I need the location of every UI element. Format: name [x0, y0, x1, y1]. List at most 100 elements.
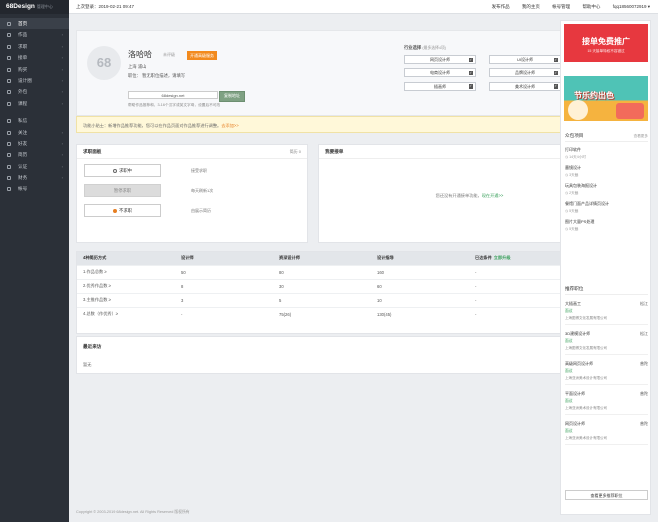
top-links: 发布作品 我的主页 帐号管理 帮助中心 fqq18560072919 ▾ [481, 0, 650, 14]
chevron-right-icon: › [61, 77, 63, 83]
industry-option[interactable]: 美术设计师 ✓ [489, 81, 561, 91]
promo-banner[interactable]: 接单免费推广 15 天接单特权不容错过 [564, 24, 648, 62]
checkbox-icon[interactable]: ✓ [468, 57, 473, 62]
status-desc: 由展示简历 [191, 208, 211, 213]
sidebar-item-orders[interactable]: 接单 › [0, 52, 69, 63]
list-item[interactable]: 玩具包装海报设计 ◷ 2天截 [565, 183, 648, 196]
list-item[interactable]: 墨镜设计 ◷ 3天截 [565, 165, 648, 178]
table-header: 4种简历方式 [77, 252, 175, 265]
footer: Copyright © 2003-2019 68design.net. All … [76, 510, 190, 514]
resume-count[interactable]: 简历 0 [290, 145, 301, 159]
more-jobs-button[interactable]: 查看更多推荐职位 [565, 490, 648, 500]
sidebar-item-follow[interactable]: 关注 › [0, 127, 69, 138]
checkbox-icon[interactable]: ✓ [553, 57, 558, 62]
sidebar-item-purchase[interactable]: 购买 › [0, 64, 69, 75]
job-panel-header: 求职面板 简历 0 [77, 145, 307, 159]
copy-url-button[interactable]: 复制地址 [219, 91, 245, 102]
checkbox-icon[interactable]: ✓ [468, 70, 473, 76]
sidebar-item-courses[interactable]: 课程 › [0, 98, 69, 109]
status-desc: 接受求职 [191, 168, 207, 173]
sidebar-item-messages[interactable]: 私信 [0, 115, 69, 126]
recent-title: 最近来访 [83, 344, 102, 349]
status-paused-button[interactable]: 暂停求职 [84, 184, 161, 197]
job-panel: 求职面板 简历 0 求职中 接受求职 暂停求职 每天刷新1次 不求职 由展示简历 [76, 144, 308, 243]
industry-option[interactable]: 电商设计师 ✓ [404, 68, 476, 78]
recommended-jobs: 推荐职位 大插画工 松江 面议 上海图博文化发展有限公司 3D建模设计师 松江 面议 上海图… [565, 283, 648, 445]
list-item[interactable]: 高级网页设计师 普陀 面议 上海亚洲美术设计有限公司 [565, 361, 648, 385]
sidebar-item-verify[interactable]: 认证 › [0, 161, 69, 172]
radio-checked-icon [113, 208, 118, 213]
chevron-right-icon: › [61, 129, 63, 135]
logo[interactable]: 68Design 管理中心 [0, 0, 69, 14]
profile-desc[interactable]: 职位： 暂无职位描述，请填写 [128, 73, 185, 79]
list-item[interactable]: 3D建模设计师 松江 面议 上海图博文化发展有限公司 [565, 331, 648, 355]
table-row: 4.总数（作优秀）≥ -75(26) 130(45) - [77, 306, 620, 321]
my-home-link[interactable]: 我的主页 [522, 4, 540, 9]
chevron-right-icon: › [61, 140, 63, 146]
user-menu[interactable]: fqq18560072919 ▾ [613, 4, 650, 9]
friends-icon [7, 141, 11, 146]
resume-icon [7, 153, 11, 158]
sidebar-item-finance[interactable]: 财务 › [0, 172, 69, 183]
checkbox-icon[interactable]: ✓ [553, 70, 558, 76]
circle-icon [7, 78, 11, 83]
table-row: 3.主推作品数 ≥3 5 10- [77, 292, 620, 307]
illustration-icon [568, 100, 588, 120]
avatar[interactable]: 68 [87, 46, 121, 80]
illustration-icon [616, 103, 644, 119]
profile-url-row: 68design.net 复制地址 [128, 91, 245, 102]
table-row: 2.优秀作品数 ≥8 30 60- [77, 278, 620, 293]
list-item[interactable]: 餐馆门面产品详情页设计 ◷ 5天截 [565, 201, 648, 214]
profile-url-note: 帮助作品推荐和，3-16个汉字或英文字母，设置后不可改 [128, 103, 221, 107]
list-item[interactable]: 平面设计师 普陀 面议 上海亚洲美术设计有限公司 [565, 391, 648, 415]
publish-work-link[interactable]: 发布作品 [492, 4, 510, 9]
table-row: 1.作品总数 ≥50 80 160- [77, 264, 620, 279]
list-item[interactable]: 打印软件 ◷ 14天4小时 [565, 147, 648, 160]
recent-value: 暂无 [83, 362, 92, 367]
sidebar-item-home[interactable]: 首页 [0, 18, 69, 30]
recent-visitors: 最近来访 暂无 [76, 336, 621, 374]
upgrade-button[interactable]: 开通高级服务 [187, 51, 217, 60]
profile-name: 洛哈哈 [128, 50, 152, 59]
help-center-link[interactable]: 帮助中心 [582, 4, 600, 9]
account-manage-link[interactable]: 帐号管理 [552, 4, 570, 9]
upgrade-link[interactable]: 立即升级 [494, 255, 511, 260]
tip-banner: 功能小贴士：新增作品推荐功能，您可以在作品页面对作品推荐进行调整。去添加>> [76, 116, 621, 133]
sidebar-item-circle[interactable]: 设计圈 › [0, 75, 69, 86]
list-item[interactable]: 大插画工 松江 面议 上海图博文化发展有限公司 [565, 301, 648, 325]
sidebar: 68Design 管理中心 首页 作品 › 求职 › 接单 › 购买 › 设计圈 › 外包 ›… [0, 0, 69, 522]
enable-order-link[interactable]: 现在开通>> [482, 193, 504, 198]
mail-icon [7, 119, 11, 124]
sidebar-item-account[interactable]: 帐号 [0, 183, 69, 194]
crowd-tasks: 众包项目 查看更多 打印软件 ◷ 14天4小时 墨镜设计 ◷ 3天截 玩具包装海报设计… [565, 130, 648, 232]
industry-option[interactable]: UI设计师 ✓ [489, 55, 561, 64]
rating-badge: 未评级 [163, 52, 175, 57]
sidebar-item-jobs[interactable]: 求职 › [0, 41, 69, 52]
checkbox-icon[interactable]: ✓ [468, 84, 473, 89]
sidebar-item-outsource[interactable]: 外包 › [0, 86, 69, 97]
list-item[interactable]: 图片大量PS处理 ◷ 5天截 [565, 219, 648, 232]
radio-icon [113, 168, 118, 173]
topbar: 上次登录：2019-02-21 09:47 发布作品 我的主页 帐号管理 帮助中… [69, 0, 658, 14]
tip-link[interactable]: 去添加>> [221, 123, 238, 128]
sidebar-item-works[interactable]: 作品 › [0, 29, 69, 40]
industry-option[interactable]: 网页设计师 ✓ [404, 55, 476, 64]
chevron-right-icon: › [61, 100, 63, 106]
sidebar-item-friends[interactable]: 好友 › [0, 138, 69, 149]
chevron-right-icon: › [61, 89, 63, 95]
profile-url-field[interactable]: 68design.net [128, 91, 218, 100]
industry-option[interactable]: 插画师 ✓ [404, 81, 476, 91]
tasks-more-link[interactable]: 查看更多 [634, 130, 648, 142]
user-icon [7, 187, 11, 192]
checkbox-icon[interactable]: ✓ [553, 84, 558, 89]
last-login-text: 上次登录：2019-02-21 09:47 [76, 4, 135, 9]
table-header: 设计师 [175, 252, 273, 265]
home-icon [7, 22, 11, 26]
industry-option[interactable]: 品牌设计师 ✓ [489, 68, 561, 78]
list-item[interactable]: 网页设计师 普陀 面议 上海亚洲美术设计有限公司 [565, 421, 648, 445]
status-not-seeking-button[interactable]: 不求职 [84, 204, 161, 217]
status-seeking-button[interactable]: 求职中 [84, 164, 161, 177]
table-header-row: 4种简历方式 设计师 资深设计师 设计指导 已达条件 立即升级 [77, 252, 620, 265]
sidebar-item-resume[interactable]: 简历 › [0, 149, 69, 160]
promo-image-banner[interactable]: 节乐约出色 [564, 76, 648, 121]
